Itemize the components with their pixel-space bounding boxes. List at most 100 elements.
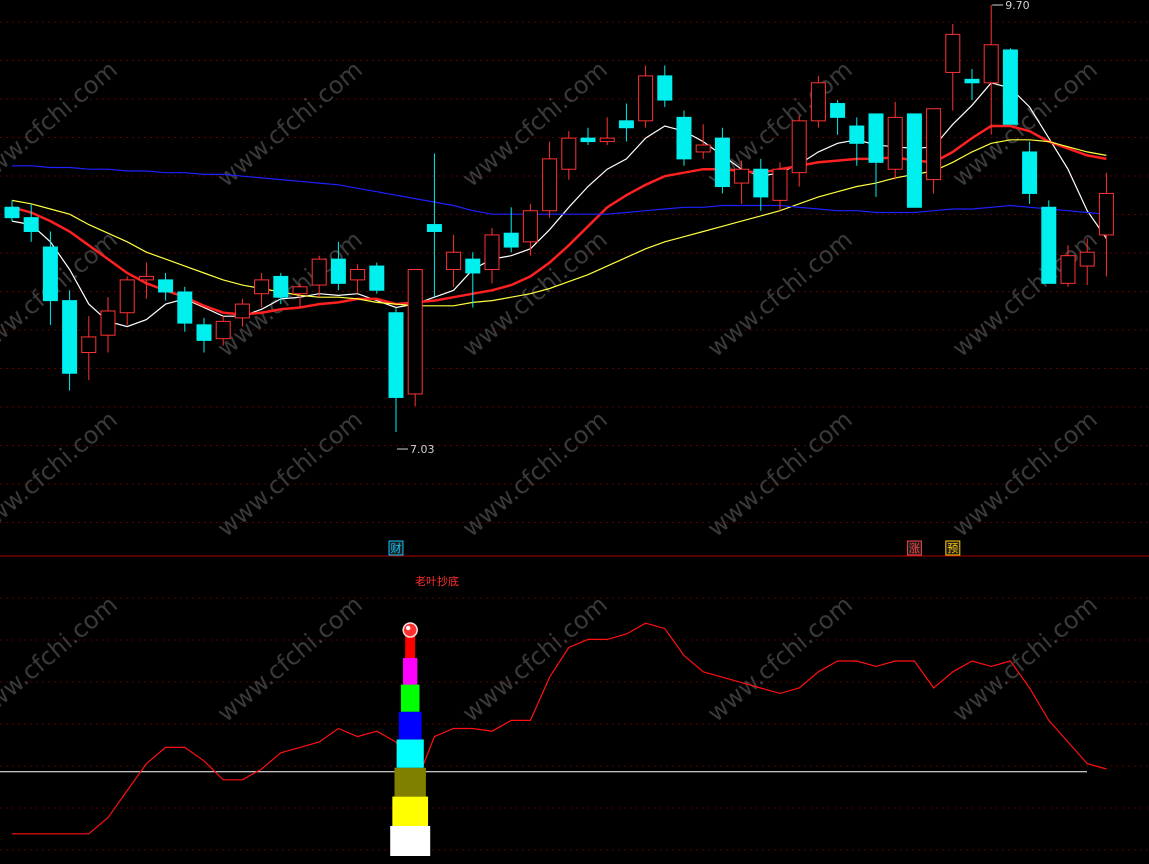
candle (1098, 172, 1114, 277)
candle-body (503, 232, 519, 248)
indicator-panel: 老叶抄底 (0, 574, 1107, 856)
candle-body (23, 217, 39, 232)
watermark: www.cfchi.com (702, 225, 858, 362)
candle-body (177, 291, 193, 324)
signal-stack-block (400, 684, 420, 712)
low-price-label: 7.03 (410, 443, 435, 456)
candle (599, 117, 615, 146)
candle-body (983, 44, 999, 84)
candle-body (350, 269, 366, 281)
candle (580, 127, 596, 146)
candle (945, 24, 961, 111)
candle (522, 203, 538, 256)
candle-body (1002, 49, 1018, 125)
candle (23, 203, 39, 242)
candle (676, 110, 692, 166)
candle-body (100, 310, 116, 336)
watermark: www.cfchi.com (947, 225, 1103, 362)
candle-body (388, 312, 404, 398)
signal-stack-block (390, 826, 431, 856)
candle-body (830, 103, 846, 118)
signal-stack-block (403, 658, 418, 685)
candle-body (906, 113, 922, 208)
watermark: www.cfchi.com (947, 405, 1103, 542)
candle-body (522, 210, 538, 243)
candle-body (638, 75, 654, 122)
candle-body (695, 144, 711, 153)
candle (1041, 200, 1057, 284)
signal-stack-block (398, 711, 422, 740)
watermark: www.cfchi.com (457, 405, 613, 542)
candle-body (772, 168, 788, 201)
candle (350, 264, 366, 294)
candle-body (734, 168, 750, 184)
ma-line-4 (12, 165, 1107, 215)
candle (887, 101, 903, 180)
watermark: www.cfchi.com (0, 225, 123, 362)
signal-stack-block (394, 767, 426, 797)
candle-body (311, 258, 327, 286)
candle-body (292, 286, 308, 295)
candle-body (407, 269, 423, 395)
watermark: www.cfchi.com (457, 225, 613, 362)
candle-body (1022, 151, 1038, 194)
candle (81, 316, 97, 381)
signal-marker-label: 预 (947, 542, 958, 555)
candle-body (926, 108, 942, 181)
candle (369, 262, 385, 294)
candle-body (542, 158, 558, 212)
candle-body (868, 113, 884, 163)
candle (407, 269, 423, 407)
signal-stack-block (396, 739, 424, 768)
watermark: www.cfchi.com (457, 590, 613, 727)
signal-marker: 涨 (906, 540, 922, 556)
candle-body (215, 320, 231, 340)
signal-marker-label: 涨 (909, 542, 920, 555)
watermark: www.cfchi.com (212, 55, 368, 192)
candle-body (1060, 255, 1076, 284)
candle-body (714, 137, 730, 188)
watermark: www.cfchi.com (0, 55, 123, 192)
candle (465, 252, 481, 308)
watermark: www.cfchi.com (212, 405, 368, 542)
candle (753, 158, 769, 211)
candle (772, 162, 788, 211)
candle-body (849, 125, 865, 144)
candle-body (62, 300, 78, 374)
candle (810, 75, 826, 128)
signal-ball-highlight (406, 625, 411, 631)
candle-body (599, 137, 615, 143)
candle-body (369, 265, 385, 291)
watermark: www.cfchi.com (212, 590, 368, 727)
candle (119, 276, 135, 325)
signal-marker: 预 (945, 540, 961, 556)
signal-marker-label: 财 (391, 541, 402, 555)
candle (983, 5, 999, 135)
candle (926, 108, 942, 194)
candle (638, 65, 654, 128)
candle-body (138, 275, 154, 281)
candle (1002, 48, 1018, 125)
candle-body (484, 234, 500, 271)
watermark: www.cfchi.com (0, 590, 123, 727)
candle (426, 153, 442, 298)
candle-body (254, 279, 270, 295)
candle (695, 124, 711, 159)
watermark: www.cfchi.com (0, 405, 123, 542)
candle-body (119, 279, 135, 314)
candle-body (273, 275, 289, 298)
candle-body (158, 279, 174, 293)
signal-marker: 财 (388, 540, 404, 556)
signal-stack (390, 622, 431, 856)
candle (657, 65, 673, 107)
candle-body (4, 206, 20, 219)
candle (906, 113, 922, 208)
candle-body (196, 324, 212, 341)
watermark: www.cfchi.com (702, 405, 858, 542)
indicator-label: 老叶抄底 (415, 574, 459, 588)
candle (542, 141, 558, 218)
candle (618, 103, 634, 142)
candle (177, 286, 193, 332)
candle (158, 272, 174, 301)
candle (62, 290, 78, 391)
